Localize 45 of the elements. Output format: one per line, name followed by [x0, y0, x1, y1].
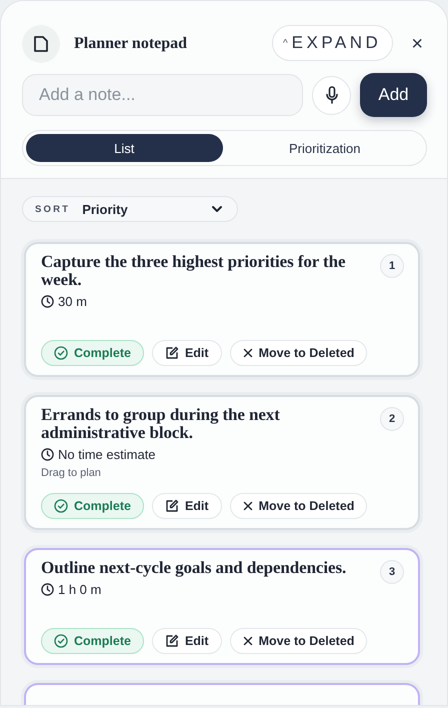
note-icon: [32, 35, 50, 53]
panel-title: Planner notepad: [74, 35, 188, 53]
complete-button[interactable]: Complete: [41, 493, 144, 519]
check-circle-icon: [54, 346, 68, 360]
time-estimate: 1 h 0 m: [58, 582, 102, 597]
time-estimate: No time estimate: [58, 447, 156, 462]
view-tab[interactable]: List: [26, 134, 222, 162]
note-title: Capture the three highest priorities for the week.: [41, 253, 346, 289]
edit-icon: [164, 346, 179, 360]
edit-button[interactable]: Edit: [152, 340, 222, 366]
check-circle-icon: [54, 634, 68, 648]
note-input-field[interactable]: Add a note...: [22, 74, 303, 116]
delete-button[interactable]: Move to Deleted: [230, 628, 368, 654]
drag-hint: Drag to plan: [41, 467, 101, 479]
clock-icon: [41, 583, 54, 596]
close-button[interactable]: ×: [407, 32, 427, 56]
clock-icon: [41, 295, 54, 308]
sort-dropdown[interactable]: SORT Priority: [22, 196, 238, 222]
sort-value: Priority: [82, 202, 129, 216]
complete-button[interactable]: Complete: [41, 340, 144, 366]
add-button[interactable]: Add: [360, 73, 427, 117]
rank-badge: 1: [380, 254, 404, 278]
rank-badge: 3: [380, 560, 404, 584]
note-title: Outline next-cycle goals and dependencies.: [41, 559, 346, 577]
complete-button[interactable]: Complete: [41, 628, 144, 654]
chevron-down-icon: [211, 205, 223, 213]
edit-button[interactable]: Edit: [152, 493, 222, 519]
edit-icon: [164, 634, 179, 648]
sort-label: SORT: [35, 204, 70, 214]
close-icon: [242, 636, 253, 646]
edit-button[interactable]: Edit: [152, 628, 222, 654]
delete-button[interactable]: Move to Deleted: [230, 493, 368, 519]
microphone-icon: [324, 86, 338, 104]
close-icon: [242, 501, 253, 511]
note-title: Errands to group during the next administrative block.: [41, 406, 281, 442]
microphone-button[interactable]: [312, 76, 351, 114]
rank-badge: 2: [380, 407, 404, 431]
close-icon: [242, 348, 253, 358]
time-estimate: 30 m: [58, 294, 87, 309]
view-tab[interactable]: Prioritization: [226, 134, 423, 162]
expand-button[interactable]: ^ EXPAND: [272, 25, 394, 61]
delete-button[interactable]: Move to Deleted: [230, 340, 368, 366]
edit-icon: [164, 499, 179, 513]
check-circle-icon: [54, 499, 68, 513]
clock-icon: [41, 448, 54, 461]
